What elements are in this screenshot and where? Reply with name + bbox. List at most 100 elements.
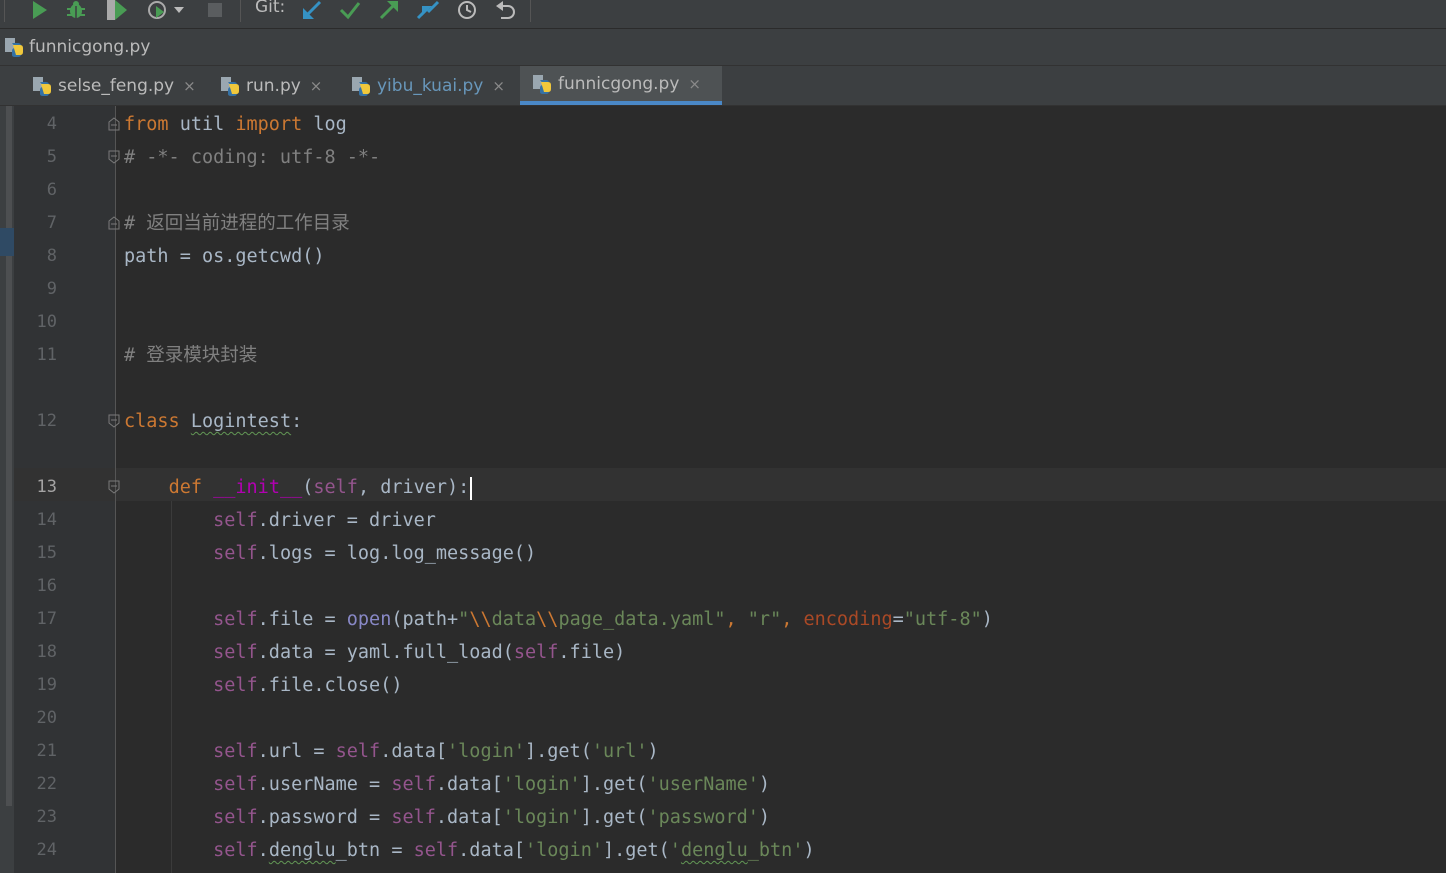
- bug-icon: [67, 1, 85, 18]
- line-number: 18: [36, 642, 57, 662]
- code-line: 9: [0, 273, 1446, 306]
- line-number: 15: [36, 543, 57, 563]
- code-text: class Logintest:: [124, 411, 303, 432]
- text-cursor: [470, 476, 473, 500]
- clock-icon: [458, 1, 476, 19]
- code-line: 21 self.url = self.data['login'].get('ur…: [0, 735, 1446, 768]
- code-line: 10: [0, 306, 1446, 339]
- line-number: 12: [36, 411, 57, 431]
- code-line: 8 path = os.getcwd(): [0, 240, 1446, 273]
- close-icon[interactable]: ×: [492, 77, 505, 95]
- git-label: Git:: [255, 0, 286, 17]
- code-text: self.logs = log.log_message(): [213, 543, 537, 564]
- debug-button[interactable]: [64, 0, 88, 20]
- navigation-bar: funnicgong.py: [0, 29, 1446, 66]
- fold-start-icon: [108, 414, 120, 428]
- line-number: 20: [36, 708, 57, 728]
- code-line: 17 self.file = open(path+"\\data\\page_d…: [0, 603, 1446, 636]
- code-line-current: 13 def __init__(self, driver):: [0, 471, 1446, 504]
- code-text: self.url = self.data['login'].get('url'): [213, 741, 659, 762]
- tab-funnicgong[interactable]: funnicgong.py ×: [520, 66, 722, 105]
- fold-start-icon: [108, 216, 120, 230]
- checkmark-icon: [339, 2, 361, 20]
- line-number: 13: [36, 477, 57, 497]
- line-number: 21: [36, 741, 57, 761]
- chevron-down-icon: [174, 7, 184, 13]
- code-line: 19 self.file.close(): [0, 669, 1446, 702]
- line-number: 22: [36, 774, 57, 794]
- tab-run[interactable]: run.py ×: [208, 66, 338, 105]
- git-push-button[interactable]: [377, 0, 401, 20]
- close-icon[interactable]: ×: [310, 77, 323, 95]
- code-line: 18 self.data = yaml.full_load(self.file): [0, 636, 1446, 669]
- breadcrumb-file-label: funnicgong.py: [29, 37, 151, 57]
- code-line: 23 self.password = self.data['login'].ge…: [0, 801, 1446, 834]
- git-rollback-button[interactable]: [494, 0, 518, 20]
- code-text: # -*- coding: utf-8 -*-: [124, 147, 381, 168]
- run-with-coverage-button[interactable]: [104, 0, 128, 20]
- coverage-icon: [107, 0, 127, 20]
- tab-label: selse_feng.py: [58, 75, 175, 96]
- stop-button[interactable]: [205, 0, 225, 20]
- run-button[interactable]: [28, 0, 50, 20]
- code-text: self.driver = driver: [213, 510, 436, 531]
- line-number: 10: [36, 312, 57, 332]
- code-text: # 登录模块封装: [124, 345, 258, 366]
- line-number: 11: [36, 345, 57, 365]
- line-number: 9: [46, 279, 57, 299]
- line-number: 17: [36, 609, 57, 629]
- code-line: 16: [0, 570, 1446, 603]
- python-file-icon: [5, 38, 23, 57]
- code-text: self.denglu_btn = self.data['login'].get…: [213, 840, 815, 861]
- fold-start-icon: [108, 117, 120, 131]
- code-text: self.file.close(): [213, 675, 403, 696]
- code-editor[interactable]: 4 from util import log 5 # -*- coding: u…: [0, 106, 1446, 873]
- tab-label: run.py: [246, 75, 301, 96]
- code-line: 22 self.userName = self.data['login'].ge…: [0, 768, 1446, 801]
- merge-arrows-icon: [416, 0, 440, 20]
- code-line: 7 # 返回当前进程的工作目录: [0, 207, 1446, 240]
- git-merge-button[interactable]: [415, 0, 441, 20]
- fold-start-icon: [108, 480, 120, 494]
- line-number: 7: [46, 213, 57, 233]
- line-number: 19: [36, 675, 57, 695]
- code-text: self.password = self.data['login'].get('…: [213, 807, 771, 828]
- tab-selse-feng[interactable]: selse_feng.py ×: [20, 66, 206, 105]
- tab-yibu-kuai[interactable]: yibu_kuai.py ×: [339, 66, 519, 105]
- fold-end-icon: [108, 150, 120, 164]
- toolbar-separator: [530, 0, 531, 22]
- python-file-icon: [221, 76, 239, 96]
- close-icon[interactable]: ×: [688, 75, 701, 93]
- line-number: 4: [46, 114, 57, 134]
- profiler-icon: [148, 1, 166, 19]
- code-text: def __init__(self, driver):: [124, 471, 473, 504]
- line-number: 24: [36, 840, 57, 860]
- stop-icon: [208, 3, 222, 17]
- code-line: 20: [0, 702, 1446, 735]
- python-file-icon: [352, 76, 370, 96]
- line-number: 16: [36, 576, 57, 596]
- undo-icon: [496, 1, 515, 19]
- code-line: 6: [0, 174, 1446, 207]
- python-file-icon: [533, 74, 551, 94]
- tab-label: yibu_kuai.py: [377, 75, 484, 96]
- git-commit-button[interactable]: [338, 0, 362, 20]
- breadcrumb-file[interactable]: funnicgong.py: [4, 37, 150, 57]
- git-update-button[interactable]: [300, 0, 324, 20]
- close-icon[interactable]: ×: [183, 77, 196, 95]
- code-line: 12 class Logintest:: [0, 405, 1446, 438]
- code-line: 5 # -*- coding: utf-8 -*-: [0, 141, 1446, 174]
- code-line: 14 self.driver = driver: [0, 504, 1446, 537]
- editor-tabs: selse_feng.py × run.py × yibu_kuai.py × …: [0, 66, 1446, 106]
- code-text: self.data = yaml.full_load(self.file): [213, 642, 626, 663]
- toolbar-separator: [240, 0, 241, 22]
- code-line: 4 from util import log: [0, 108, 1446, 141]
- tab-label: funnicgong.py: [558, 73, 680, 94]
- arrow-down-left-icon: [303, 0, 322, 19]
- profile-button[interactable]: [142, 0, 190, 20]
- code-text: self.file = open(path+"\\data\\page_data…: [213, 609, 993, 630]
- git-history-button[interactable]: [455, 0, 479, 20]
- line-number: 14: [36, 510, 57, 530]
- code-text: from util import log: [124, 114, 347, 135]
- code-text: # 返回当前进程的工作目录: [124, 213, 350, 234]
